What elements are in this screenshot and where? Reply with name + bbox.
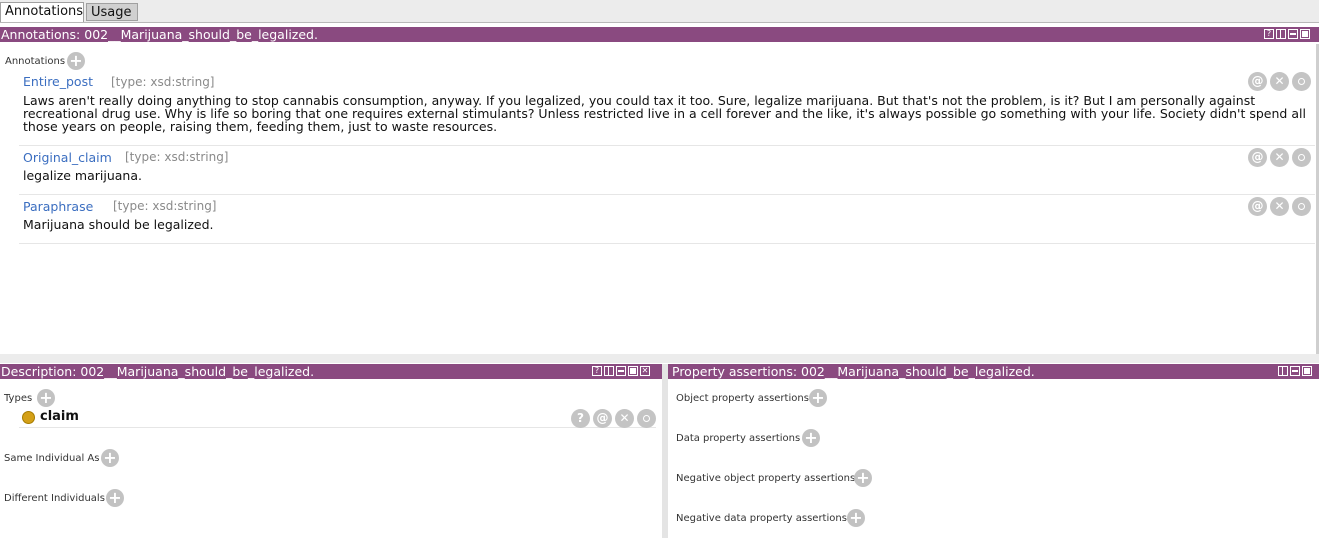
add-type-button[interactable]: + — [37, 389, 55, 407]
annotation-row: Original_claim [type: xsd:string] legali… — [19, 145, 1315, 195]
annotate-icon[interactable]: @ — [1248, 148, 1267, 167]
add-object-property-button[interactable]: + — [809, 389, 827, 407]
edit-icon[interactable] — [637, 409, 656, 428]
type-item[interactable]: claim — [40, 409, 79, 424]
description-title-bar: Description: 002__Marijuana_should_be_le… — [0, 364, 662, 379]
value-line: legalize marijuana. — [23, 168, 142, 183]
help-icon[interactable]: ? — [592, 366, 602, 376]
annotation-type: [type: xsd:string] — [111, 75, 215, 89]
annotation-type: [type: xsd:string] — [125, 150, 229, 164]
description-title-buttons: ? ✕ — [592, 366, 650, 377]
minimize-icon[interactable] — [1290, 366, 1300, 376]
split-icon[interactable] — [1276, 29, 1286, 39]
annotation-type: [type: xsd:string] — [113, 199, 217, 213]
annotate-icon[interactable]: @ — [1248, 197, 1267, 216]
annotations-section-label: Annotations — [5, 56, 66, 67]
help-icon[interactable]: ? — [571, 409, 590, 428]
add-different-individual-button[interactable]: + — [106, 489, 124, 507]
maximize-icon[interactable] — [1302, 366, 1312, 376]
delete-icon[interactable]: ✕ — [615, 409, 634, 428]
annotate-icon[interactable]: @ — [1248, 72, 1267, 91]
help-icon[interactable]: ? — [1264, 29, 1274, 39]
annotation-row: Entire_post [type: xsd:string] Laws aren… — [19, 68, 1315, 146]
maximize-icon[interactable] — [1300, 29, 1310, 39]
annotation-value: Laws aren't really doing anything to sto… — [23, 94, 1306, 133]
add-negative-data-property-button[interactable]: + — [847, 509, 865, 527]
add-data-property-button[interactable]: + — [802, 429, 820, 447]
edit-icon[interactable] — [1292, 197, 1311, 216]
split-divider[interactable] — [0, 354, 1319, 363]
type-row: claim ? @ ✕ — [19, 408, 656, 428]
negative-data-property-label: Negative data property assertions — [676, 513, 847, 524]
value-line: Marijuana should be legalized. — [23, 217, 214, 232]
minimize-icon[interactable] — [1288, 29, 1298, 39]
annotations-panel: Annotations + Entire_post [type: xsd:str… — [0, 44, 1319, 354]
description-title: Description: 002__Marijuana_should_be_le… — [1, 364, 315, 379]
delete-icon[interactable]: ✕ — [1270, 148, 1289, 167]
close-icon[interactable]: ✕ — [640, 366, 650, 376]
annotation-property[interactable]: Entire_post — [23, 74, 93, 89]
property-assertions-panel: Object property assertions + Data proper… — [668, 380, 1319, 538]
property-title: Property assertions: 002__Marijuana_shou… — [672, 364, 1035, 379]
add-negative-object-property-button[interactable]: + — [854, 469, 872, 487]
data-property-label: Data property assertions — [676, 433, 801, 444]
annotation-row: Paraphrase [type: xsd:string] Marijuana … — [19, 194, 1315, 244]
annotations-title-bar: Annotations: 002__Marijuana_should_be_le… — [0, 27, 1319, 42]
annotate-icon[interactable]: @ — [593, 409, 612, 428]
property-title-buttons — [1278, 366, 1312, 377]
types-label: Types — [4, 393, 33, 404]
class-icon — [22, 411, 35, 424]
edit-icon[interactable] — [1292, 72, 1311, 91]
property-title-bar: Property assertions: 002__Marijuana_shou… — [668, 364, 1319, 379]
tab-bar: Annotations Usage — [0, 0, 1319, 23]
value-line: those years on people, raising them, fee… — [23, 119, 498, 134]
tab-annotations[interactable]: Annotations — [0, 2, 84, 22]
annotations-title-buttons: ? — [1264, 29, 1310, 40]
minimize-icon[interactable] — [616, 366, 626, 376]
annotation-property[interactable]: Paraphrase — [23, 199, 93, 214]
object-property-label: Object property assertions — [676, 393, 809, 404]
annotations-title: Annotations: 002__Marijuana_should_be_le… — [1, 27, 318, 42]
split-icon[interactable] — [604, 366, 614, 376]
negative-object-property-label: Negative object property assertions — [676, 473, 856, 484]
tab-usage[interactable]: Usage — [86, 3, 138, 21]
delete-icon[interactable]: ✕ — [1270, 72, 1289, 91]
maximize-icon[interactable] — [628, 366, 638, 376]
same-individual-label: Same Individual As — [4, 453, 100, 464]
different-individuals-label: Different Individuals — [4, 493, 105, 504]
add-same-individual-button[interactable]: + — [101, 449, 119, 467]
split-icon[interactable] — [1278, 366, 1288, 376]
annotation-property[interactable]: Original_claim — [23, 150, 112, 165]
annotation-value: legalize marijuana. — [23, 169, 142, 182]
delete-icon[interactable]: ✕ — [1270, 197, 1289, 216]
description-panel: Types + claim ? @ ✕ Same Individual As +… — [0, 380, 662, 538]
annotation-value: Marijuana should be legalized. — [23, 218, 214, 231]
edit-icon[interactable] — [1292, 148, 1311, 167]
